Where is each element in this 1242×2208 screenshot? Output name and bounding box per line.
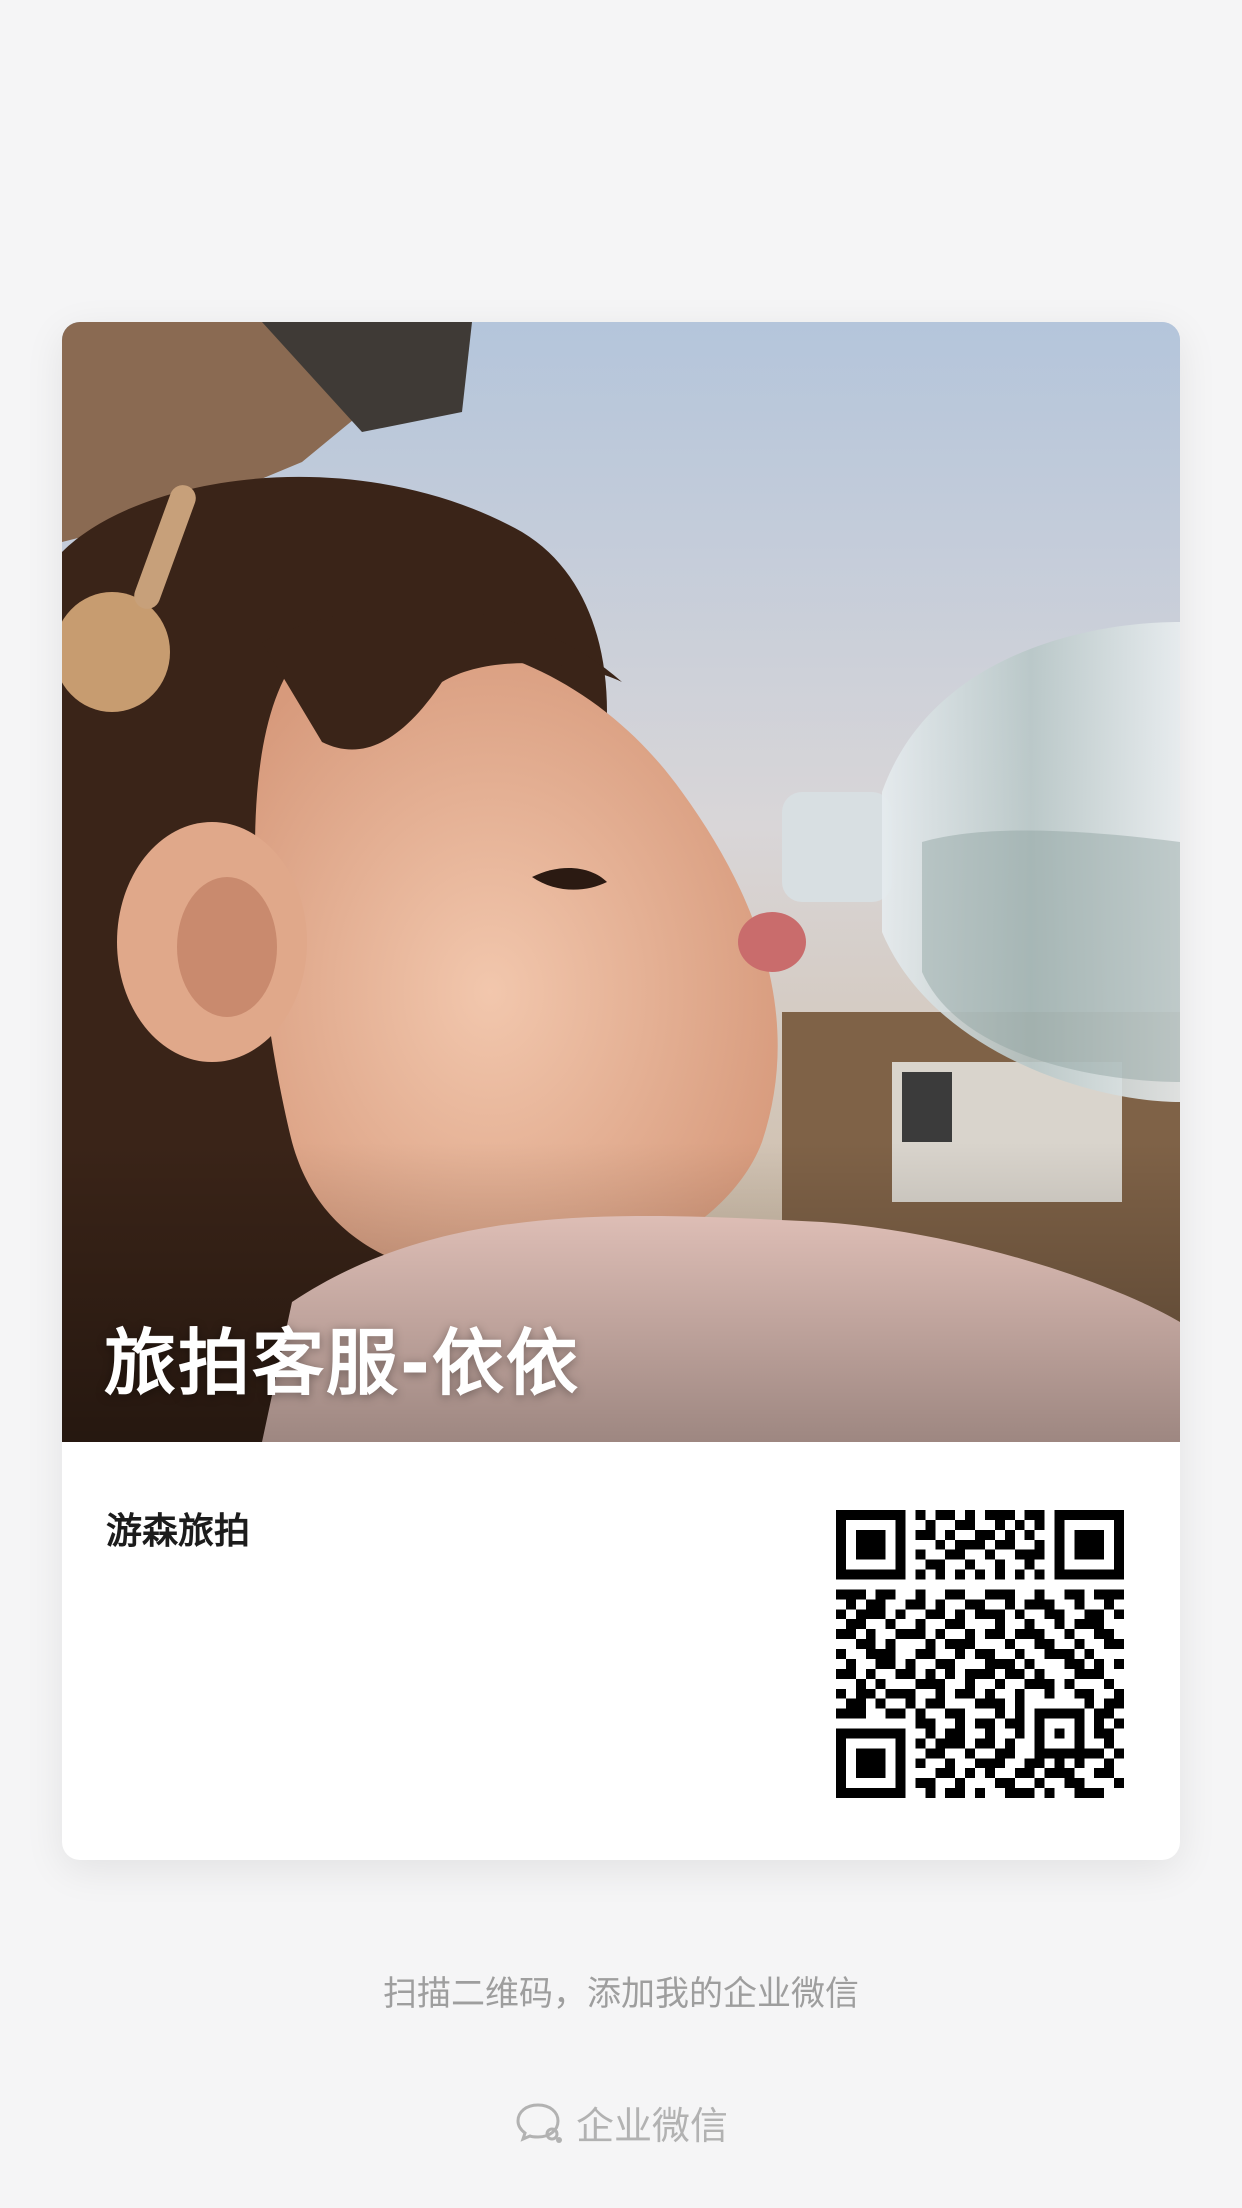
company-name: 游森旅拍: [106, 1511, 251, 1552]
wecom-brand-group: 企业微信: [514, 2095, 728, 2150]
wecom-brand-name: 企业微信: [575, 2104, 728, 2148]
card-title: 旅拍客服-依依: [104, 1321, 580, 1405]
qr-code-graphic: [836, 1510, 1124, 1798]
profile-photo: 旅拍客服-依依: [62, 322, 1180, 1442]
wecom-brand: 企业微信: [0, 2095, 1242, 2154]
wecom-icon: [514, 2101, 566, 2145]
scan-hint: 扫描二维码，添加我的企业微信: [383, 1974, 859, 2014]
qr-code: [836, 1510, 1124, 1798]
page: 旅拍客服-依依 游森旅拍 扫描二维码，添加我的企业微信 企业微信: [0, 0, 1242, 2208]
contact-card: 旅拍客服-依依 游森旅拍: [62, 322, 1180, 1860]
